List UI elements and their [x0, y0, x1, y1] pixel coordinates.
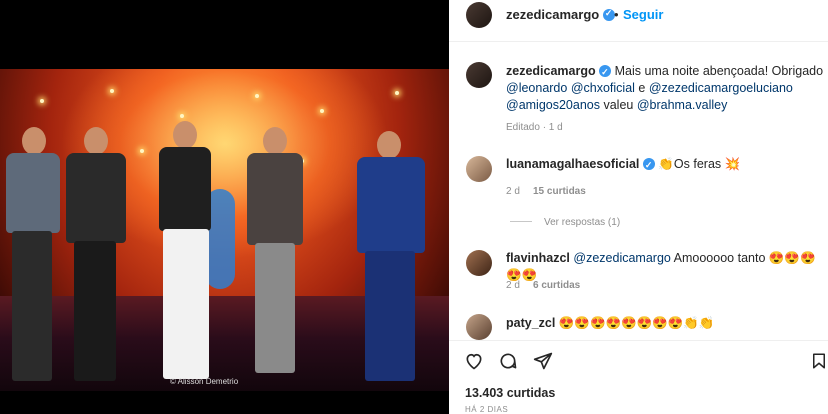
replies-line — [510, 221, 532, 222]
author-username[interactable]: zezedicamargo — [506, 7, 599, 22]
share-icon[interactable] — [531, 349, 555, 373]
comment-text: 😍😍😍😍😍😍😍😍👏👏 — [558, 316, 715, 330]
mention-link[interactable]: @chxoficial — [571, 81, 635, 95]
verified-badge-icon — [642, 157, 655, 174]
view-replies-button[interactable]: Ver respostas (1) — [510, 217, 620, 228]
commenter-avatar[interactable] — [466, 156, 492, 182]
light-spark — [40, 99, 44, 103]
light-spark — [140, 149, 144, 153]
commenter-avatar[interactable] — [466, 250, 492, 276]
light-spark — [180, 114, 184, 118]
author-username-line[interactable]: zezedicamargo — [506, 7, 615, 22]
follow-button[interactable]: Seguir — [623, 7, 663, 22]
comment-likes[interactable]: 15 curtidas — [533, 186, 586, 197]
author-avatar[interactable] — [466, 2, 492, 28]
caption-author-avatar[interactable] — [466, 62, 492, 88]
comment-age: 2 d — [506, 280, 520, 291]
heart-icon[interactable] — [462, 349, 486, 373]
mention-link[interactable]: @amigos20anos — [506, 98, 600, 112]
comment-likes[interactable]: 6 curtidas — [533, 280, 580, 291]
commenter-avatar[interactable] — [466, 314, 492, 340]
post-photo[interactable] — [0, 69, 449, 391]
caption-text: Mais uma noite abençoada! Obrigado — [614, 64, 824, 78]
caption-meta: Editado · 1 d — [506, 122, 563, 133]
light-spark — [320, 109, 324, 113]
separator-dot: • — [614, 7, 619, 22]
comment-age: 2 d — [506, 186, 520, 197]
photo-credit: © Alisson Demetrio — [170, 377, 239, 386]
mention-link[interactable]: @zezedicamargoeluciano — [649, 81, 793, 95]
post-side-panel: zezedicamargo • Seguir zezedicamargo Mai… — [449, 0, 828, 414]
actions-divider — [449, 340, 828, 341]
comment-item: paty_zcl 😍😍😍😍😍😍😍😍👏👏 — [506, 315, 714, 332]
mention-link[interactable]: @leonardo — [506, 81, 567, 95]
comment-text: 👏Os feras 💥 — [658, 157, 741, 171]
light-spark — [395, 91, 399, 95]
commenter-username[interactable]: luanamagalhaesoficial — [506, 157, 639, 171]
comment-item: luanamagalhaesoficial 👏Os feras 💥 — [506, 156, 741, 174]
comment-icon[interactable] — [496, 349, 520, 373]
likes-count[interactable]: 13.403 curtidas — [465, 386, 555, 400]
post-header: zezedicamargo • Seguir — [449, 0, 828, 30]
post-actions — [449, 349, 828, 375]
caption-author-username[interactable]: zezedicamargo — [506, 64, 596, 78]
post-time: HÁ 2 DIAS — [465, 405, 509, 414]
comment-item: flavinhazcl @zezedicamargo Amoooooo tant… — [506, 250, 828, 284]
verified-badge-icon — [599, 64, 612, 81]
mention-link[interactable]: @brahma.valley — [637, 98, 728, 112]
bookmark-icon[interactable] — [807, 349, 828, 373]
mention-link[interactable]: @zezedicamargo — [573, 251, 670, 265]
commenter-username[interactable]: paty_zcl — [506, 316, 555, 330]
view-replies-label[interactable]: Ver respostas (1) — [544, 217, 620, 228]
caption-text: e — [634, 81, 649, 95]
light-spark — [255, 94, 259, 98]
header-divider — [449, 41, 828, 42]
commenter-username[interactable]: flavinhazcl — [506, 251, 570, 265]
post-media[interactable]: © Alisson Demetrio — [0, 0, 449, 414]
light-spark — [110, 89, 114, 93]
post-caption: zezedicamargo Mais uma noite abençoada! … — [506, 63, 824, 114]
caption-text: valeu — [600, 98, 637, 112]
